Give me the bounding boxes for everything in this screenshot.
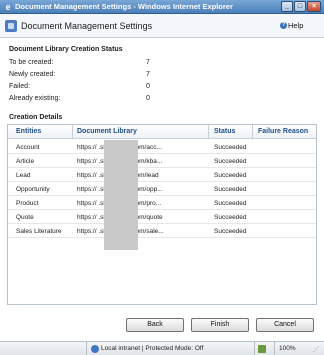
- table-row[interactable]: Quote https:// .sharepoint.com/quote Suc…: [8, 210, 316, 224]
- status-section-title: Document Library Creation Status: [9, 46, 123, 53]
- ie-icon: e: [5, 2, 11, 12]
- status-value: 7: [146, 71, 150, 78]
- status-value: 7: [146, 59, 150, 66]
- app-logo-icon: [5, 20, 17, 32]
- status-row-already-existing: Already existing: 0: [9, 95, 150, 105]
- finish-button[interactable]: Finish: [191, 318, 249, 332]
- back-button[interactable]: Back: [126, 318, 184, 332]
- table-header: Entities Document Library Status Failure…: [8, 125, 316, 139]
- cell-entity: Quote: [16, 214, 34, 221]
- help-icon[interactable]: ?: [280, 22, 287, 29]
- creation-details-table: Entities Document Library Status Failure…: [7, 124, 317, 305]
- zoom-level[interactable]: 100%: [279, 345, 296, 352]
- status-row-newly-created: Newly created: 7: [9, 71, 150, 81]
- column-divider[interactable]: [72, 125, 73, 139]
- table-row[interactable]: Lead https:// .sharepoint.com/lead Succe…: [8, 168, 316, 182]
- cell-status: Succeeded: [214, 228, 247, 235]
- table-row[interactable]: Article https:// .sharepoint.com/kba... …: [8, 154, 316, 168]
- finish-button-label: Finish: [210, 321, 230, 328]
- table-row[interactable]: Sales Literature https:// .sharepoint.co…: [8, 224, 316, 238]
- back-button-label: Back: [147, 321, 163, 328]
- status-label: Failed:: [9, 83, 31, 90]
- cell-status: Succeeded: [214, 186, 247, 193]
- maximize-button[interactable]: □: [294, 1, 306, 12]
- status-value: 0: [146, 95, 150, 102]
- column-header-document-library[interactable]: Document Library: [77, 128, 137, 135]
- status-value: 0: [146, 83, 150, 90]
- status-divider: [274, 342, 275, 355]
- cell-status: Succeeded: [214, 172, 247, 179]
- column-header-failure-reason[interactable]: Failure Reason: [258, 128, 308, 135]
- column-header-entities[interactable]: Entities: [16, 128, 41, 135]
- status-row-to-be-created: To be created: 7: [9, 59, 150, 69]
- cell-status: Succeeded: [214, 200, 247, 207]
- browser-status-bar: Local intranet | Protected Mode: Off 100…: [0, 341, 324, 355]
- status-label: Newly created:: [9, 71, 56, 78]
- column-divider[interactable]: [208, 125, 209, 139]
- status-row-failed: Failed: 0: [9, 83, 150, 93]
- cancel-button-label: Cancel: [274, 321, 296, 328]
- cell-entity: Sales Literature: [16, 228, 62, 235]
- minimize-button[interactable]: _: [281, 1, 293, 12]
- help-link[interactable]: Help: [288, 21, 303, 30]
- cell-entity: Lead: [16, 172, 31, 179]
- details-section-title: Creation Details: [9, 114, 63, 121]
- cell-entity: Opportunity: [16, 186, 50, 193]
- column-header-status[interactable]: Status: [214, 128, 235, 135]
- table-row[interactable]: Opportunity https:// .sharepoint.com/opp…: [8, 182, 316, 196]
- column-divider[interactable]: [252, 125, 253, 139]
- table-row[interactable]: Account https:// .sharepoint.com/acc... …: [8, 140, 316, 154]
- window-title: Document Management Settings - Windows I…: [15, 2, 233, 11]
- resize-grip-icon[interactable]: ⋰: [313, 346, 319, 353]
- status-divider: [86, 342, 87, 355]
- status-label: Already existing:: [9, 95, 61, 102]
- redaction-mask: [104, 140, 138, 250]
- cancel-button[interactable]: Cancel: [256, 318, 314, 332]
- cell-entity: Account: [16, 144, 40, 151]
- cell-status: Succeeded: [214, 158, 247, 165]
- status-divider: [254, 342, 255, 355]
- window-title-bar: e Document Management Settings - Windows…: [0, 0, 324, 14]
- cell-status: Succeeded: [214, 214, 247, 221]
- page-title: Document Management Settings: [21, 21, 153, 31]
- cell-entity: Article: [16, 158, 35, 165]
- security-zone-text[interactable]: Local intranet | Protected Mode: Off: [101, 345, 203, 352]
- table-row[interactable]: Product https:// .sharepoint.com/pro... …: [8, 196, 316, 210]
- status-label: To be created:: [9, 59, 54, 66]
- close-button[interactable]: ×: [307, 1, 321, 12]
- protected-mode-icon[interactable]: [258, 345, 266, 353]
- cell-status: Succeeded: [214, 144, 247, 151]
- dialog-header: Document Management Settings ? Help: [0, 14, 324, 38]
- globe-icon: [91, 345, 99, 353]
- cell-entity: Product: [16, 200, 39, 207]
